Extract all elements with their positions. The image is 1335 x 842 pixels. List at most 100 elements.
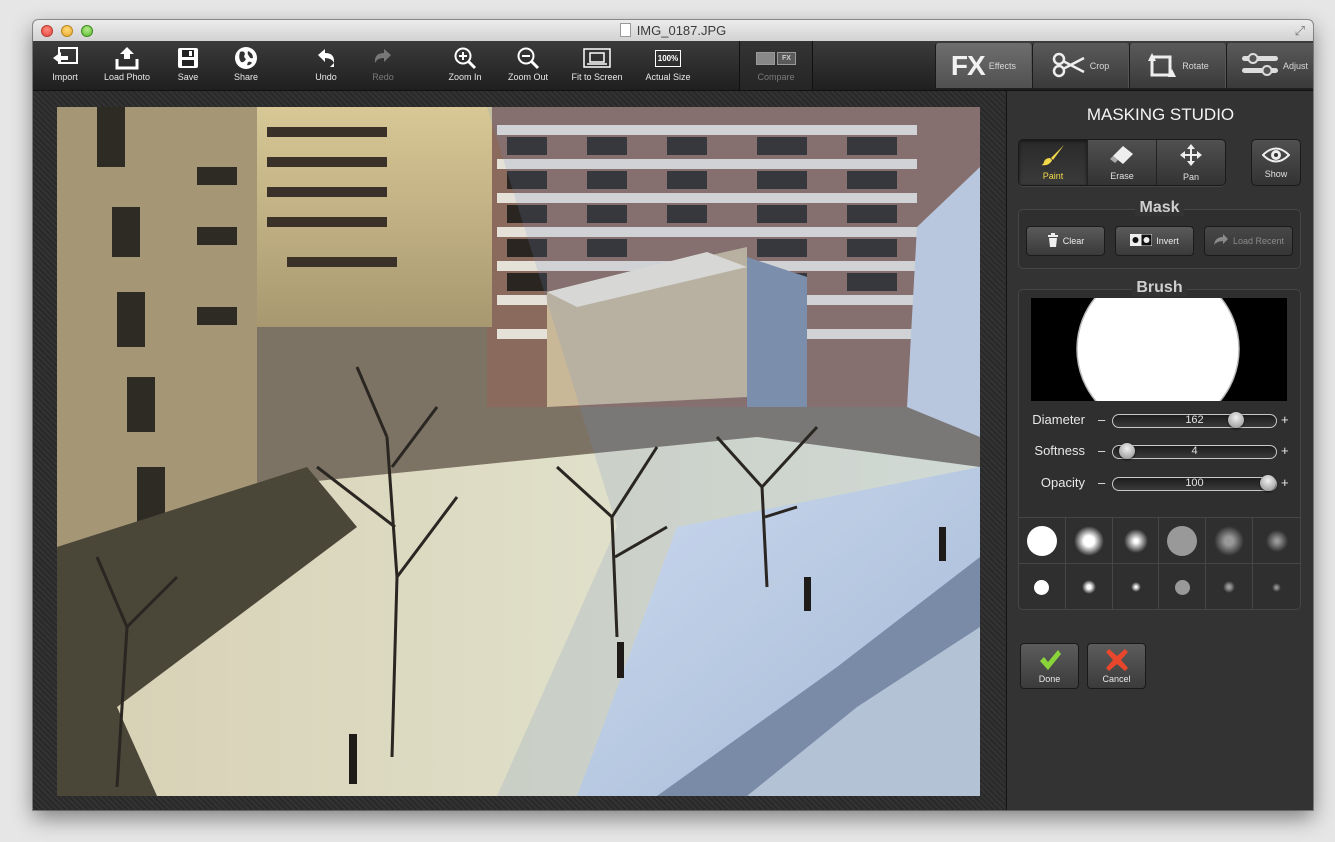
erase-tool-button[interactable]: Erase (1088, 140, 1157, 185)
paint-tool-button[interactable]: Paint (1019, 140, 1088, 185)
app-window: IMG_0187.JPG ⤢ Import Load Photo Save Sh… (33, 20, 1313, 810)
scissors-icon (1052, 52, 1086, 80)
redo-arrow-icon (1213, 234, 1229, 248)
mask-tool-group: Paint Erase Pan (1018, 139, 1226, 186)
softness-decrease-button[interactable]: – (1098, 443, 1105, 458)
load-photo-button[interactable]: Load Photo (101, 41, 153, 90)
tab-rotate[interactable]: Rotate (1129, 43, 1226, 88)
opacity-slider-knob[interactable] (1260, 475, 1276, 491)
done-button[interactable]: Done (1020, 643, 1079, 689)
brush-preview (1031, 298, 1287, 401)
brush-preset-small-medium[interactable] (1066, 564, 1113, 610)
brush-presets (1019, 517, 1300, 610)
brush-preset-small-hard[interactable] (1019, 564, 1066, 610)
zoom-out-button[interactable]: Zoom Out (505, 41, 551, 90)
diameter-slider-row: Diameter – 162 + (1019, 411, 1300, 431)
cancel-button[interactable]: Cancel (1087, 643, 1146, 689)
zoom-in-button[interactable]: Zoom In (445, 41, 485, 90)
tab-crop[interactable]: Crop (1032, 43, 1129, 88)
load-photo-label: Load Photo (103, 72, 151, 82)
compare-inner: FX Compare (740, 41, 812, 90)
zoom-in-label: Zoom In (448, 72, 482, 82)
actual-size-button[interactable]: 100% Actual Size (641, 41, 695, 90)
load-photo-icon (114, 44, 140, 72)
opacity-increase-button[interactable]: + (1281, 475, 1289, 490)
actual-size-icon-text: 100% (655, 49, 681, 67)
show-mask-label: Show (1264, 169, 1288, 179)
share-globe-icon (234, 44, 258, 72)
diameter-increase-button[interactable]: + (1281, 412, 1289, 427)
zoom-out-icon (516, 44, 540, 72)
softness-increase-button[interactable]: + (1281, 443, 1289, 458)
masking-studio-panel: MASKING STUDIO Paint Erase Pan Show Mask… (1006, 91, 1313, 810)
tab-adjust[interactable]: Adjust (1226, 43, 1313, 88)
save-icon (177, 44, 199, 72)
zoom-in-icon (453, 44, 477, 72)
clear-mask-button[interactable]: Clear (1026, 226, 1105, 256)
tab-effects[interactable]: FX Effects (935, 43, 1032, 88)
brush-preset-large-gray[interactable] (1159, 518, 1207, 564)
mode-tabs: FX Effects Crop Rotate Adjust (935, 41, 1313, 90)
brush-preview-shape (1076, 298, 1240, 401)
photo-image[interactable] (57, 107, 980, 796)
toolbar: Import Load Photo Save Share Undo Redo Z… (33, 41, 1313, 91)
brush-preset-small-gray-softest[interactable] (1253, 564, 1300, 610)
brush-group-title: Brush (1019, 279, 1300, 297)
opacity-value: 100 (1185, 477, 1204, 489)
share-label: Share (233, 72, 259, 82)
opacity-slider[interactable]: 100 (1112, 475, 1277, 491)
checkmark-icon (1038, 649, 1062, 673)
softness-slider[interactable]: 4 (1112, 443, 1277, 459)
softness-slider-row: Softness – 4 + (1019, 442, 1300, 462)
compare-button[interactable]: FX Compare (739, 41, 813, 90)
brush-icon (1040, 144, 1066, 168)
fullscreen-icon[interactable]: ⤢ (1295, 23, 1305, 39)
opacity-decrease-button[interactable]: – (1098, 475, 1105, 490)
save-button[interactable]: Save (171, 41, 205, 90)
image-canvas[interactable] (33, 91, 1005, 810)
softness-label: Softness (1034, 443, 1085, 458)
load-recent-mask-button[interactable]: Load Recent (1204, 226, 1293, 256)
import-button[interactable]: Import (45, 41, 85, 90)
import-label: Import (52, 72, 78, 82)
brush-preset-small-gray[interactable] (1159, 564, 1207, 610)
effects-fx-mark: FX (950, 49, 986, 81)
diameter-slider-knob[interactable] (1228, 412, 1244, 428)
redo-button[interactable]: Redo (368, 41, 398, 90)
redo-icon (372, 44, 394, 72)
compare-icon: FX (756, 44, 796, 72)
fit-to-screen-button[interactable]: Fit to Screen (567, 41, 627, 90)
softness-slider-knob[interactable] (1119, 443, 1135, 459)
pan-tool-button[interactable]: Pan (1157, 140, 1225, 185)
adjust-sliders-icon (1241, 52, 1279, 79)
diameter-decrease-button[interactable]: – (1098, 412, 1105, 427)
pan-tool-label: Pan (1182, 172, 1199, 182)
compare-label: Compare (757, 72, 795, 82)
brush-preset-large-gray-softest[interactable] (1253, 518, 1300, 564)
brush-preset-large-hard[interactable] (1019, 518, 1066, 564)
brush-preset-large-gray-soft[interactable] (1206, 518, 1254, 564)
undo-button[interactable]: Undo (311, 41, 341, 90)
clear-mask-label: Clear (1062, 236, 1085, 246)
mask-group: Mask Clear Invert Load Recent (1018, 199, 1301, 269)
x-cross-icon (1105, 648, 1128, 673)
brush-preset-large-medium[interactable] (1065, 518, 1113, 564)
diameter-label: Diameter (1032, 412, 1085, 427)
diameter-slider[interactable]: 162 (1112, 412, 1277, 428)
window-title-text: IMG_0187.JPG (636, 23, 727, 38)
brush-preset-small-gray-soft[interactable] (1206, 564, 1254, 610)
share-button[interactable]: Share (229, 41, 263, 90)
tab-effects-label: Effects (988, 60, 1017, 71)
fit-to-screen-label: Fit to Screen (571, 72, 623, 82)
undo-label: Undo (315, 72, 337, 82)
eraser-icon (1109, 144, 1135, 168)
invert-mask-button[interactable]: Invert (1115, 226, 1194, 256)
cancel-label: Cancel (1102, 673, 1131, 684)
brush-preset-large-soft[interactable] (1112, 518, 1160, 564)
panel-title: MASKING STUDIO (1086, 105, 1235, 124)
actual-size-label: Actual Size (645, 72, 691, 82)
erase-tool-label: Erase (1110, 171, 1134, 181)
show-mask-button[interactable]: Show (1251, 139, 1301, 186)
brush-preset-small-soft[interactable] (1113, 564, 1160, 610)
compare-icon-text: FX (777, 51, 796, 65)
